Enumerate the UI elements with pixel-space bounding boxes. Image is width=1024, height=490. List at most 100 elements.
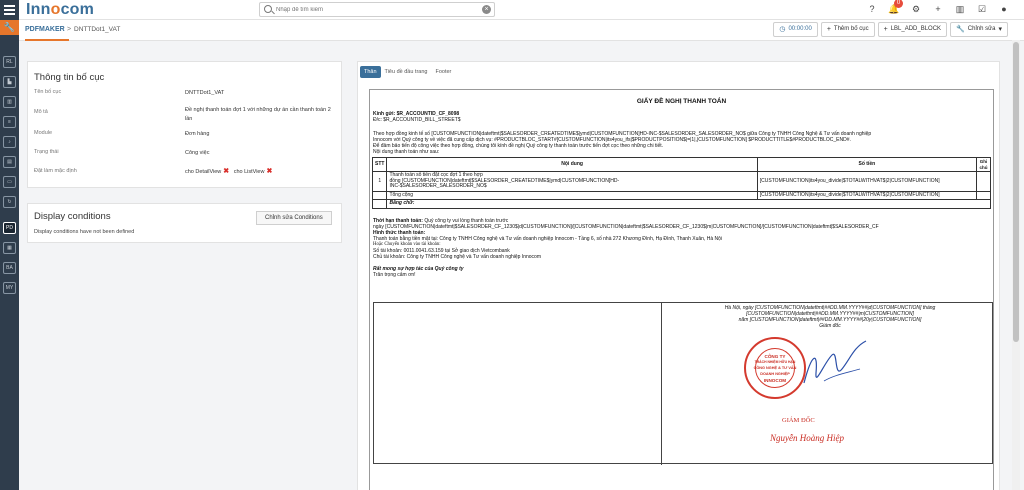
words-label: Bằng chữ: bbox=[386, 199, 991, 209]
clear-search-icon[interactable]: × bbox=[482, 5, 491, 14]
edit-label: Chỉnh sửa bbox=[967, 26, 996, 32]
add-block-button[interactable]: + LBL_ADD_BLOCK bbox=[877, 22, 948, 37]
field-value-status: Công việc bbox=[185, 150, 210, 156]
remove-detailview-icon[interactable]: ✖ bbox=[223, 168, 229, 175]
breadcrumb-separator: > bbox=[67, 26, 72, 33]
doc-owner: Chủ tài khoản: Công ty TNHH Công nghệ và… bbox=[373, 254, 541, 260]
plus-icon: + bbox=[826, 26, 831, 33]
notification-badge: 0 bbox=[894, 0, 903, 8]
global-search[interactable]: × bbox=[259, 2, 495, 17]
remove-listview-icon[interactable]: ✖ bbox=[266, 168, 272, 175]
sidebar-chart-icon[interactable]: ▥ bbox=[3, 96, 16, 108]
tab-footer[interactable]: Footer bbox=[431, 66, 455, 78]
tab-header[interactable]: Tiêu đề đầu trang bbox=[381, 66, 432, 78]
layout-info-panel: Thông tin bố cục Tên bố cục DNTTDot1_VAT… bbox=[27, 61, 342, 188]
breadcrumb-module[interactable]: PDFMAKER bbox=[25, 26, 65, 33]
field-value-module: Đơn hàng bbox=[185, 131, 210, 137]
search-input[interactable] bbox=[276, 3, 476, 16]
col-amount: Số tiền bbox=[756, 157, 977, 172]
add-layout-label: Thêm bố cục bbox=[833, 26, 869, 32]
plus-icon: + bbox=[883, 26, 888, 33]
col-note: Ghi chú bbox=[975, 157, 992, 172]
field-value-description: Đề nghị thanh toán đợt 1 với những dự án… bbox=[185, 107, 331, 122]
user-icon[interactable]: ● bbox=[998, 3, 1010, 15]
field-label-default: Đặt làm mặc định bbox=[34, 168, 77, 174]
signer-name: Nguyễn Hoàng Hiệp bbox=[770, 433, 844, 443]
add-icon[interactable]: + bbox=[932, 3, 944, 15]
signature-divider bbox=[661, 303, 662, 465]
preview-tabs: Thân Tiêu đề đầu trang Footer bbox=[360, 66, 455, 78]
sidebar-table-icon[interactable]: ▦ bbox=[3, 242, 16, 254]
conditions-subtitle: Display conditions have not been defined bbox=[34, 229, 135, 235]
row-content: Thanh toán số tiền đặt cọc đợt 1 theo hợ… bbox=[386, 171, 758, 192]
conditions-title: Display conditions bbox=[34, 211, 111, 222]
add-block-label: LBL_ADD_BLOCK bbox=[890, 26, 942, 32]
field-value-default: cho DetailView ✖ cho ListView ✖ bbox=[185, 167, 335, 177]
doc-address: Đ/c: $R_ACCOUNTID_BILL_STREET$ bbox=[373, 117, 461, 123]
layout-info-title: Thông tin bố cục bbox=[34, 72, 105, 83]
sidebar-item-pd[interactable]: PD bbox=[3, 222, 16, 234]
left-sidebar: 🔧 RL ▙ ▥ ≡ ♪ ▤ ▭ ↻ PD ▦ BA MY bbox=[0, 20, 19, 490]
search-icon bbox=[264, 5, 272, 13]
app-logo[interactable]: Innocom bbox=[26, 1, 94, 19]
add-layout-button[interactable]: + Thêm bố cục bbox=[820, 22, 875, 37]
tasks-check-icon[interactable]: ☑ bbox=[976, 3, 988, 15]
toolbar-actions: ◷ 00:00:00 + Thêm bố cục + LBL_ADD_BLOCK 🔧 C… bbox=[773, 22, 1008, 37]
default-detailview: cho DetailView bbox=[185, 169, 222, 175]
row-note bbox=[975, 171, 992, 192]
field-label-name: Tên bố cục bbox=[34, 89, 62, 95]
document-preview: GIẤY ĐỀ NGHỊ THANH TOÁN Kính gửi: $R_ACC… bbox=[369, 89, 994, 490]
help-icon[interactable]: ? bbox=[866, 3, 878, 15]
settings-gear-icon[interactable]: ⚙ bbox=[910, 3, 922, 15]
sidebar-list-icon[interactable]: ≡ bbox=[3, 116, 16, 128]
wrench-icon[interactable]: 🔧 bbox=[0, 20, 19, 35]
notification-bell-icon[interactable]: 🔔 0 bbox=[888, 0, 903, 15]
header-icons: ? 🔔 0 ⚙ + ▥ ☑ ● bbox=[866, 0, 1010, 15]
clock-icon: ◷ bbox=[779, 26, 786, 33]
reports-chart-icon[interactable]: ▥ bbox=[954, 3, 966, 15]
breadcrumb-page: DNTTDot1_VAT bbox=[74, 26, 121, 33]
sidebar-layout-icon[interactable]: ▙ bbox=[3, 76, 16, 88]
sidebar-doc-icon[interactable]: ▭ bbox=[3, 176, 16, 188]
preview-panel: Thân Tiêu đề đầu trang Footer GIẤY ĐỀ NG… bbox=[357, 61, 1000, 490]
breadcrumb-bar: PDFMAKER > DNTTDot1_VAT ◷ 00:00:00 + Thêm … bbox=[19, 20, 1024, 41]
default-listview: cho ListView bbox=[233, 169, 265, 175]
edit-conditions-button[interactable]: Chỉnh sửa Conditions bbox=[256, 211, 332, 225]
doc-term-date: ngày [CUSTOMFUNCTION|dateftmt|$SALESORDE… bbox=[373, 224, 879, 230]
edit-dropdown-button[interactable]: 🔧 Chỉnh sửa ▾ bbox=[950, 22, 1008, 37]
field-label-module: Module bbox=[34, 130, 53, 136]
wrench-icon: 🔧 bbox=[956, 26, 965, 33]
field-label-status: Trạng thái bbox=[34, 149, 59, 155]
page-scrollbar[interactable] bbox=[1012, 40, 1020, 490]
table-row-total: Tổng cộng [CUSTOMFUNCTION|its4you_divide… bbox=[371, 190, 992, 200]
row-amount: [CUSTOMFUNCTION|its4you_divide|$TOTALWIT… bbox=[756, 171, 977, 192]
top-bar: Innocom × ? 🔔0 ⚙ + ▥ ☑ ● bbox=[0, 0, 1024, 20]
sidebar-bell-icon[interactable]: ♪ bbox=[3, 136, 16, 148]
doc-para4: Nội dung thanh toán như sau: bbox=[373, 149, 440, 155]
table-row: 1 Thanh toán số tiền đặt cọc đợt 1 theo … bbox=[371, 171, 992, 192]
display-conditions-panel: Display conditions Display conditions ha… bbox=[27, 203, 342, 243]
sidebar-item-rl[interactable]: RL bbox=[3, 56, 16, 68]
sidebar-item-my[interactable]: MY bbox=[3, 282, 16, 294]
col-stt: STT bbox=[371, 157, 388, 172]
timer-label: 00:00:00 bbox=[788, 26, 812, 32]
handwritten-signature bbox=[803, 340, 867, 384]
doc-thanks: Trân trọng cảm ơn! bbox=[373, 272, 416, 278]
scrollbar-thumb[interactable] bbox=[1013, 42, 1019, 342]
field-value-name: DNTTDot1_VAT bbox=[185, 90, 225, 96]
signer-role: GIÁM ĐỐC bbox=[782, 417, 815, 424]
table-row-words: Bằng chữ: bbox=[371, 199, 991, 209]
col-content: Nội dung bbox=[386, 157, 758, 172]
sidebar-refresh-icon[interactable]: ↻ bbox=[3, 196, 16, 208]
total-amount: [CUSTOMFUNCTION|its4you_divide|$TOTALWIT… bbox=[756, 190, 977, 200]
chevron-down-icon: ▾ bbox=[998, 26, 1002, 33]
row-stt: 1 bbox=[371, 171, 388, 192]
sidebar-bars-icon[interactable]: ▤ bbox=[3, 156, 16, 168]
breadcrumb-underline bbox=[25, 39, 69, 41]
app-root: Innocom × ? 🔔0 ⚙ + ▥ ☑ ● 🔧 RL ▙ ▥ ≡ ♪ ▤ … bbox=[0, 0, 1024, 490]
sidebar-item-ba[interactable]: BA bbox=[3, 262, 16, 274]
payment-table: STT Nội dung Số tiền Ghi chú 1 Thanh toá… bbox=[371, 157, 992, 209]
tab-body[interactable]: Thân bbox=[360, 66, 381, 78]
timer-button[interactable]: ◷ 00:00:00 bbox=[773, 22, 818, 37]
menu-icon[interactable] bbox=[0, 0, 19, 20]
